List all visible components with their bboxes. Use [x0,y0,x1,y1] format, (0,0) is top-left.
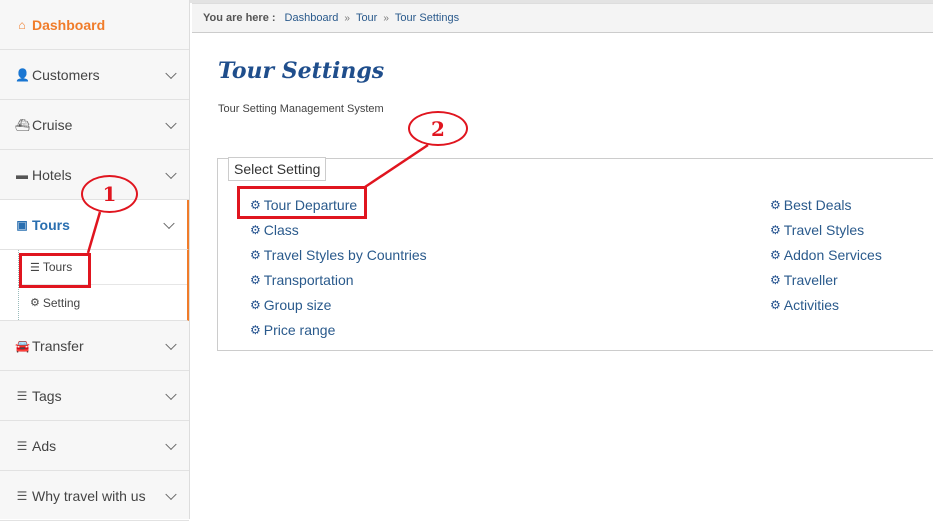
sidebar-item-cruise[interactable]: ⛴ Cruise [0,100,189,150]
sidebar-item-tags[interactable]: ☰ Tags [0,371,189,421]
list-ul-icon: ☰ [16,488,28,503]
setting-link-label: Class [263,221,299,238]
gear-icon: ⚙ [770,272,781,287]
chevron-down-icon[interactable] [165,488,177,500]
setting-link-class[interactable]: ⚙ Class [250,217,427,242]
setting-link-best-deals[interactable]: ⚙ Best Deals [770,192,882,217]
settings-right-column: ⚙ Best Deals ⚙ Travel Styles ⚙ Addon Servic… [770,192,882,317]
annotation-box-1 [19,253,91,288]
user-icon: 👤 [15,67,30,82]
sidebar-item-label: Transfer [32,337,84,354]
setting-link-label: Travel Styles by Countries [263,246,427,263]
sidebar-item-dashboard[interactable]: ⌂ Dashboard [0,0,189,50]
home-icon: ⌂ [18,17,26,32]
breadcrumb: You are here : Dashboard » Tour » Tour S… [192,3,933,33]
ship-icon: ⛴ [15,117,31,132]
setting-link-label: Addon Services [783,246,882,263]
chevron-down-icon[interactable] [163,217,175,229]
train-icon: ▣ [16,217,28,232]
chevron-down-icon[interactable] [165,438,177,450]
sidebar-item-label: Customers [32,66,100,83]
setting-link-group-size[interactable]: ⚙ Group size [250,292,427,317]
gear-icon: ⚙ [250,272,261,287]
setting-link-label: Traveller [783,271,838,288]
sidebar-item-transfer[interactable]: 🚘 Transfer [0,321,189,371]
setting-link-travel-styles-by-countries[interactable]: ⚙ Travel Styles by Countries [250,242,427,267]
setting-link-traveller[interactable]: ⚙ Traveller [770,267,882,292]
page-subtitle: Tour Setting Management System [218,103,384,115]
sidebar-item-label: Hotels [32,166,72,183]
gear-icon: ⚙ [770,247,781,262]
sidebar-item-label: Dashboard [32,16,106,33]
setting-link-label: Price range [263,321,336,338]
sidebar-item-why-travel-with-us[interactable]: ☰ Why travel with us [0,471,189,521]
sidebar-item-label: Tags [32,387,62,404]
chevron-down-icon[interactable] [165,117,177,129]
gear-icon: ⚙ [250,222,261,237]
setting-link-price-range[interactable]: ⚙ Price range [250,317,427,342]
setting-link-activities[interactable]: ⚙ Activities [770,292,882,317]
select-setting-legend: Select Setting [228,157,327,181]
list-icon: ☰ [16,388,28,403]
gear-icon: ⚙ [770,297,781,312]
setting-link-travel-styles[interactable]: ⚙ Travel Styles [770,217,882,242]
submenu-item-label: Setting [42,295,81,310]
setting-link-label: Transportation [263,271,354,288]
breadcrumb-tour-settings-link[interactable]: Tour Settings [395,12,459,24]
gear-icon: ⚙ [30,297,40,309]
gear-icon: ⚙ [250,247,261,262]
sidebar-item-label: Tours [32,216,70,233]
submenu-item-setting[interactable]: ⚙ Setting [18,285,187,320]
chevron-down-icon[interactable] [165,67,177,79]
bed-icon: ▬ [16,167,28,182]
sidebar-item-label: Why travel with us [32,487,146,504]
list-ul-icon: ☰ [16,438,28,453]
setting-link-label: Activities [783,296,839,313]
chevron-down-icon[interactable] [165,167,177,179]
gear-icon: ⚙ [250,297,261,312]
setting-link-addon-services[interactable]: ⚙ Addon Services [770,242,882,267]
gear-icon: ⚙ [770,222,781,237]
breadcrumb-label: You are here : [203,12,276,24]
car-icon: 🚘 [15,338,30,353]
setting-link-label: Best Deals [783,196,852,213]
chevron-down-icon[interactable] [165,388,177,400]
breadcrumb-separator: » [383,12,389,24]
setting-link-transportation[interactable]: ⚙ Transportation [250,267,427,292]
breadcrumb-separator: » [344,12,350,24]
breadcrumb-dashboard-link[interactable]: Dashboard [285,12,339,24]
sidebar-item-ads[interactable]: ☰ Ads [0,421,189,471]
chevron-down-icon[interactable] [165,338,177,350]
setting-link-label: Group size [263,296,332,313]
breadcrumb-tour-link[interactable]: Tour [356,12,377,24]
annotation-step-2: 2 [408,111,468,146]
sidebar-item-customers[interactable]: 👤 Customers [0,50,189,100]
annotation-step-1: 1 [81,175,138,213]
setting-link-label: Travel Styles [783,221,865,238]
page-title: Tour Settings [218,58,385,84]
gear-icon: ⚙ [250,322,261,337]
annotation-box-2 [237,186,367,219]
sidebar-item-label: Ads [32,437,57,454]
gear-icon: ⚙ [770,197,781,212]
sidebar-item-label: Cruise [32,116,73,133]
